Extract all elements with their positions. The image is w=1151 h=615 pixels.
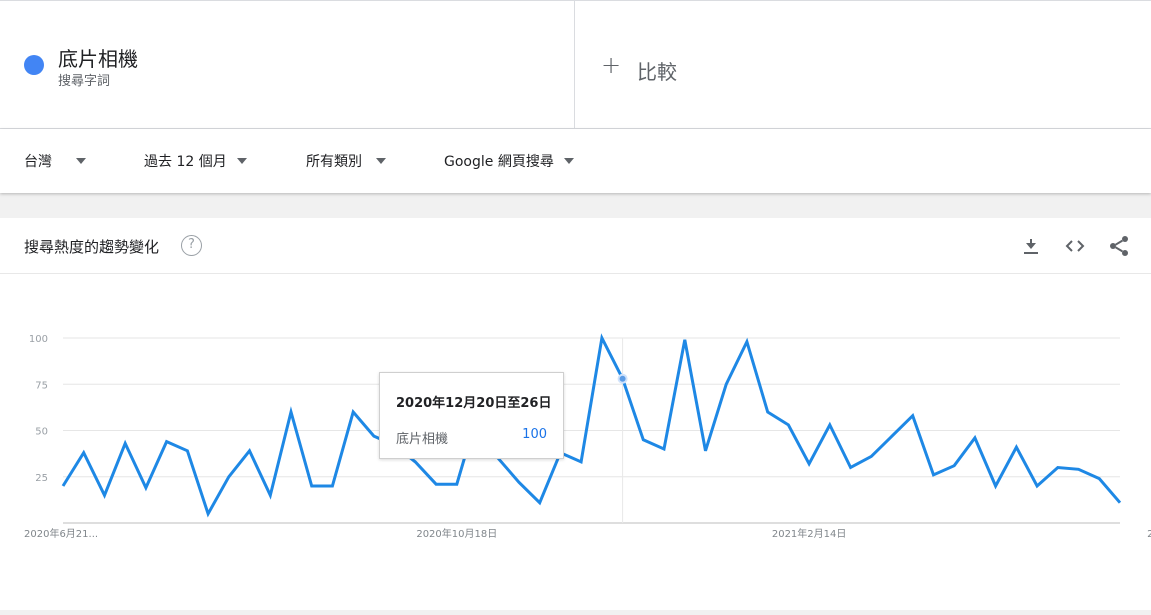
y-tick-label: 50 (35, 427, 48, 438)
x-tick-label: 2020年6月21... (24, 527, 98, 540)
search-term-name[interactable]: 底片相機 (58, 43, 138, 72)
filter-bar: 台灣 過去 12 個月 所有類別 Google 網頁搜尋 (0, 129, 1151, 193)
y-tick-label: 25 (35, 473, 48, 484)
tooltip-value: 100 (522, 427, 547, 442)
search-term-card[interactable]: 底片相機 搜尋字詞 (0, 1, 575, 130)
card-header: 搜尋熱度的趨勢變化 ? (0, 218, 1151, 274)
category-dropdown[interactable]: 所有類別 (306, 151, 386, 171)
search-property-dropdown[interactable]: Google 網頁搜尋 (444, 151, 574, 171)
interest-over-time-card: 搜尋熱度的趨勢變化 ? 25 50 75 100 2020年6月21... 2020年10… (0, 218, 1151, 610)
interest-line-chart[interactable]: 25 50 75 100 2020年6月21... 2020年10月18日 2021年2月1… (0, 274, 1151, 610)
chevron-down-icon (563, 158, 574, 164)
compare-label: 比較 (637, 60, 677, 84)
search-terms-panel: 底片相機 搜尋字詞 + 比較 (0, 0, 1151, 130)
time-range-dropdown[interactable]: 過去 12 個月 (144, 151, 247, 171)
region-label: 台灣 (24, 154, 52, 170)
x-tick-label: 202... (1147, 529, 1151, 540)
chart-tooltip: 2020年12月20日至26日 底片相機 100 (379, 372, 564, 459)
region-dropdown[interactable]: 台灣 (24, 151, 86, 171)
x-tick-label: 2021年2月14日 (772, 527, 847, 540)
category-label: 所有類別 (306, 154, 362, 170)
embed-code-icon[interactable] (1063, 234, 1087, 258)
plus-icon: + (601, 51, 622, 79)
chevron-down-icon (376, 158, 386, 164)
share-icon[interactable] (1107, 234, 1131, 258)
time-range-label: 過去 12 個月 (144, 154, 227, 170)
card-title: 搜尋熱度的趨勢變化 (24, 238, 160, 256)
x-tick-label: 2020年10月18日 (416, 527, 497, 540)
chevron-down-icon (236, 158, 247, 164)
tooltip-date: 2020年12月20日至26日 (396, 396, 552, 411)
download-icon[interactable] (1019, 234, 1043, 258)
series-line (61, 333, 1122, 518)
series-color-dot (24, 55, 44, 75)
tooltip-term: 底片相機 (396, 432, 449, 447)
highlight-point (617, 373, 628, 384)
help-icon[interactable]: ? (181, 235, 202, 256)
search-property-label: Google 網頁搜尋 (444, 154, 554, 170)
search-term-type: 搜尋字詞 (58, 74, 111, 89)
compare-button[interactable]: + 比較 (575, 1, 1151, 130)
y-tick-label: 100 (29, 334, 48, 345)
y-tick-label: 75 (35, 380, 48, 391)
chevron-down-icon (76, 158, 86, 164)
